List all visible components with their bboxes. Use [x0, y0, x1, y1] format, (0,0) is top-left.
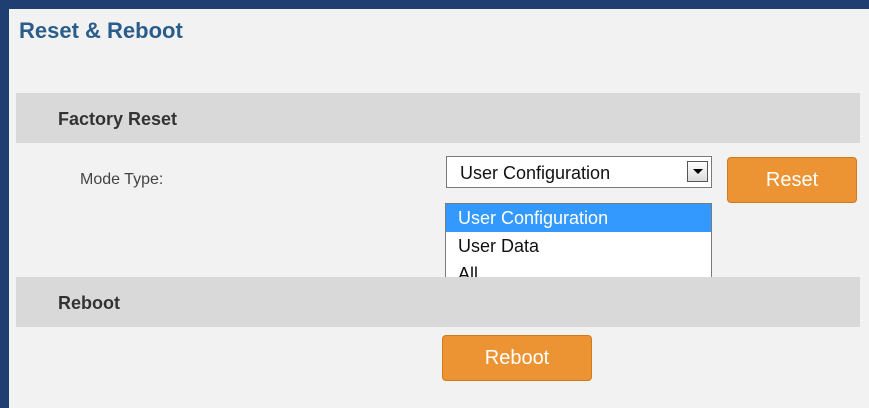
page-title: Reset & Reboot	[19, 18, 183, 43]
option-user-configuration[interactable]: User Configuration	[446, 204, 711, 232]
reboot-section-header: Reboot	[16, 277, 860, 327]
reboot-heading: Reboot	[58, 293, 120, 313]
reset-button[interactable]: Reset	[727, 157, 857, 203]
reset-reboot-panel	[9, 9, 869, 408]
mode-type-label: Mode Type:	[80, 171, 164, 188]
reboot-button[interactable]: Reboot	[442, 335, 592, 381]
mode-type-select[interactable]: User Configuration	[446, 156, 712, 188]
option-user-data[interactable]: User Data	[446, 232, 711, 260]
factory-reset-heading: Factory Reset	[58, 109, 178, 129]
chevron-down-icon[interactable]	[687, 161, 708, 182]
factory-reset-section-header: Factory Reset	[16, 93, 860, 143]
mode-type-selected-value: User Configuration	[460, 163, 611, 183]
